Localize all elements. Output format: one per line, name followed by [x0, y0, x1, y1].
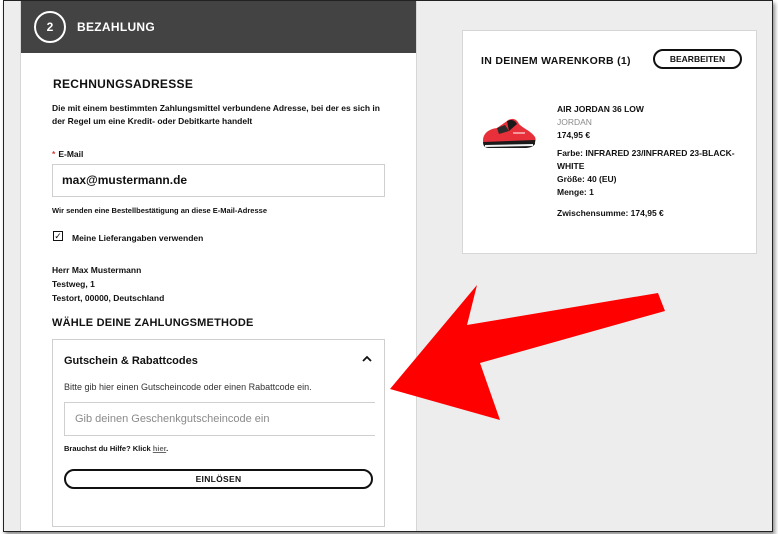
- step-number: 2: [34, 11, 66, 43]
- product-size: Größe: 40 (EU): [557, 174, 617, 184]
- product-price: 174,95 €: [557, 130, 591, 140]
- product-name[interactable]: AIR JORDAN 36 LOW: [557, 103, 747, 116]
- step-header: 2 BEZAHLUNG: [21, 1, 416, 53]
- use-delivery-checkbox[interactable]: ✓: [53, 231, 63, 241]
- product-color: Farbe: INFRARED 23/INFRARED 23-BLACK-WHI…: [557, 148, 735, 171]
- payment-method-title: WÄHLE DEINE ZAHLUNGSMETHODE: [52, 317, 254, 329]
- email-field[interactable]: max@mustermann.de: [52, 164, 385, 197]
- product-subtotal: Zwischensumme: 174,95 €: [557, 208, 664, 218]
- address-line: Testweg, 1: [52, 279, 95, 289]
- billing-address: Herr Max Mustermann Testweg, 1 Testort, …: [52, 263, 164, 305]
- help-text-prefix: Brauchst du Hilfe? Klick: [64, 444, 151, 453]
- address-line: Herr Max Mustermann: [52, 265, 142, 275]
- voucher-heading[interactable]: Gutschein & Rabattcodes: [64, 355, 198, 367]
- help-text: Brauchst du Hilfe? Klick hier.: [64, 444, 168, 453]
- product-image: [479, 111, 539, 153]
- product-quantity: Menge: 1: [557, 187, 594, 197]
- chevron-up-icon[interactable]: [362, 354, 372, 366]
- email-label-text: E-Mail: [58, 149, 84, 159]
- voucher-code-input[interactable]: Gib deinen Geschenkgutscheincode ein: [64, 402, 375, 436]
- cart-title: IN DEINEM WARENKORB (1): [481, 55, 631, 67]
- redeem-button[interactable]: EINLÖSEN: [64, 469, 373, 489]
- help-link[interactable]: hier: [153, 444, 166, 453]
- cart-summary: IN DEINEM WARENKORB (1) BEARBEITEN AIR J…: [462, 30, 757, 254]
- product-brand: JORDAN: [557, 117, 592, 127]
- help-text-end: .: [166, 444, 169, 453]
- step-title: BEZAHLUNG: [77, 20, 156, 34]
- voucher-section: Gutschein & Rabattcodes Bitte gib hier e…: [52, 339, 385, 527]
- address-line: Testort, 00000, Deutschland: [52, 293, 165, 303]
- red-arrow-annotation: [390, 269, 670, 444]
- browser-frame: 2 BEZAHLUNG RECHNUNGSADRESSE Die mit ein…: [3, 0, 773, 532]
- edit-cart-button[interactable]: BEARBEITEN: [653, 49, 742, 69]
- checkout-panel: 2 BEZAHLUNG RECHNUNGSADRESSE Die mit ein…: [20, 1, 417, 531]
- required-mark: *: [52, 149, 56, 159]
- cart-item-details: AIR JORDAN 36 LOW JORDAN 174,95 € Farbe:…: [557, 103, 747, 220]
- email-label: * E-Mail: [52, 149, 83, 159]
- billing-title: RECHNUNGSADRESSE: [53, 77, 194, 91]
- billing-description: Die mit einem bestimmten Zahlungsmittel …: [52, 103, 380, 126]
- use-delivery-label[interactable]: Meine Lieferangaben verwenden: [72, 233, 203, 243]
- email-note: Wir senden eine Bestellbestätigung an di…: [52, 206, 267, 215]
- voucher-description: Bitte gib hier einen Gutscheincode oder …: [64, 382, 312, 392]
